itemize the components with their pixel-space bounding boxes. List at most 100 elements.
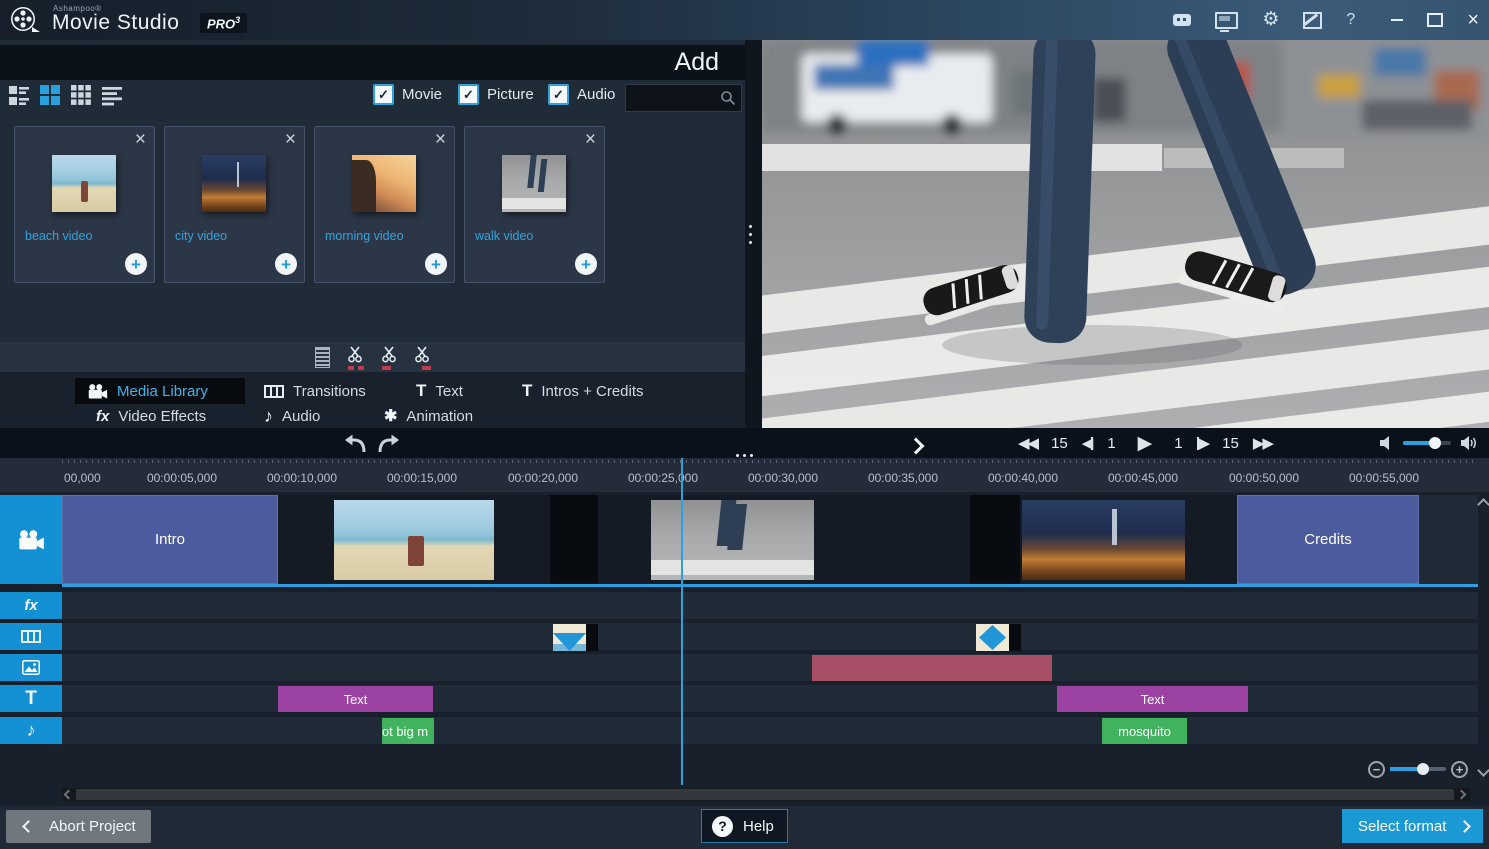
- media-name: beach video: [25, 229, 92, 243]
- scroll-up-icon[interactable]: [1477, 498, 1489, 511]
- edit-document-icon[interactable]: [1303, 12, 1322, 29]
- filter-movie[interactable]: ✓ Movie: [373, 84, 442, 105]
- tab-animation[interactable]: ✱ Animation: [372, 403, 485, 429]
- tab-video-effects[interactable]: fx Video Effects: [84, 403, 218, 429]
- text-clip-2[interactable]: Text: [1057, 686, 1248, 712]
- playhead[interactable]: [681, 458, 683, 785]
- credits-clip[interactable]: Credits: [1237, 495, 1419, 584]
- pro-badge: PRO3: [200, 13, 247, 33]
- media-card-city[interactable]: × city video +: [164, 126, 305, 283]
- audio-track-header[interactable]: ♪: [0, 717, 62, 744]
- cut-left-icon[interactable]: [382, 346, 398, 370]
- zoom-slider[interactable]: [1390, 767, 1446, 771]
- help-button[interactable]: ? Help: [701, 809, 788, 843]
- transition-clip-diamond[interactable]: [976, 624, 1009, 651]
- timeline-splitter-dots[interactable]: [736, 454, 753, 457]
- small-grid-view-icon[interactable]: [70, 84, 92, 106]
- scroll-down-icon[interactable]: [1477, 764, 1489, 777]
- transition-clip-wipe[interactable]: [553, 624, 586, 651]
- fx-icon: fx: [24, 597, 37, 614]
- remove-media-icon[interactable]: ×: [435, 129, 446, 151]
- search-input[interactable]: [626, 91, 720, 106]
- text-clip-1[interactable]: Text: [278, 686, 433, 712]
- redo-icon[interactable]: [376, 433, 401, 459]
- audio-clip-2[interactable]: mosquito: [1102, 718, 1187, 744]
- close-button[interactable]: ×: [1467, 11, 1479, 29]
- splitter-handle-dots: [749, 225, 752, 228]
- list-view-icon[interactable]: [101, 84, 123, 106]
- video-track-header[interactable]: [0, 495, 62, 584]
- abort-project-button[interactable]: Abort Project: [6, 810, 151, 843]
- media-card-morning[interactable]: × morning video +: [314, 126, 455, 283]
- tab-transitions[interactable]: Transitions: [252, 378, 378, 404]
- detail-list-view-icon[interactable]: [8, 84, 30, 106]
- goto-next-icon[interactable]: [908, 438, 925, 455]
- film-roll-icon[interactable]: [315, 347, 330, 368]
- media-card-walk[interactable]: × walk video +: [464, 126, 605, 283]
- rewind-button[interactable]: ◀◀: [1018, 434, 1037, 452]
- walk-clip[interactable]: [598, 495, 970, 584]
- volume-slider-knob[interactable]: [1429, 437, 1441, 449]
- filter-picture[interactable]: ✓ Picture: [458, 84, 534, 105]
- movie-checkbox[interactable]: ✓: [373, 84, 394, 105]
- audio-checkbox[interactable]: ✓: [548, 84, 569, 105]
- intro-clip[interactable]: Intro: [62, 495, 278, 584]
- help-label: Help: [743, 818, 774, 835]
- maximize-button[interactable]: [1427, 13, 1443, 27]
- transitions-track-header[interactable]: [0, 623, 62, 650]
- zoom-in-icon[interactable]: +: [1451, 761, 1468, 778]
- tab-media-library[interactable]: Media Library: [75, 378, 245, 404]
- picture-checkbox[interactable]: ✓: [458, 84, 479, 105]
- cut-scene-icon[interactable]: [348, 346, 364, 370]
- large-grid-view-icon[interactable]: [39, 84, 61, 106]
- volume-loud-icon[interactable]: [1461, 436, 1478, 450]
- add-to-timeline-button[interactable]: +: [125, 253, 147, 275]
- filter-audio[interactable]: ✓ Audio: [548, 84, 615, 105]
- zoom-slider-knob[interactable]: [1417, 763, 1429, 775]
- overlay-clip[interactable]: [812, 655, 1052, 681]
- edit-tools-strip: [0, 342, 745, 372]
- panel-splitter[interactable]: [745, 40, 762, 428]
- effects-track-header[interactable]: fx: [0, 592, 62, 619]
- timeline-ruler[interactable]: 00,000 00:00:05,000 00:00:10,000 00:00:1…: [0, 458, 1489, 492]
- beach-clip[interactable]: [278, 495, 550, 584]
- volume-slider[interactable]: [1403, 441, 1451, 445]
- ruler-label: 00:00:40,000: [988, 471, 1058, 485]
- tab-text[interactable]: T Text: [404, 378, 475, 404]
- back-chevron-icon: [22, 820, 35, 833]
- add-to-timeline-button[interactable]: +: [575, 253, 597, 275]
- tab-intros-credits[interactable]: T Intros + Credits: [510, 378, 656, 404]
- step-back-button[interactable]: ◀: [1082, 434, 1094, 453]
- scroll-right-icon[interactable]: [1457, 790, 1467, 800]
- audio-clip-1[interactable]: ot big m: [382, 718, 434, 744]
- cut-right-icon[interactable]: [415, 346, 431, 370]
- remove-media-icon[interactable]: ×: [585, 129, 596, 151]
- timeline-hscrollbar[interactable]: [62, 788, 1470, 801]
- remove-media-icon[interactable]: ×: [285, 129, 296, 151]
- ruler-ticks: [62, 458, 1478, 463]
- hscrollbar-thumb[interactable]: [76, 789, 1454, 800]
- zoom-out-icon[interactable]: −: [1368, 761, 1385, 778]
- play-button[interactable]: ▶: [1138, 432, 1153, 455]
- city-clip[interactable]: [1020, 495, 1237, 584]
- media-card-beach[interactable]: × beach video +: [14, 126, 155, 283]
- undo-icon[interactable]: [343, 433, 368, 459]
- tab-audio[interactable]: ♪ Audio: [252, 403, 332, 429]
- feedback-icon[interactable]: [1173, 14, 1191, 26]
- remove-media-icon[interactable]: ×: [135, 129, 146, 151]
- settings-gear-icon[interactable]: ⚙: [1262, 12, 1279, 28]
- help-icon[interactable]: ?: [1346, 12, 1355, 28]
- minimize-button[interactable]: [1391, 19, 1403, 21]
- add-to-timeline-button[interactable]: +: [275, 253, 297, 275]
- ruler-label: 00:00:55,000: [1349, 471, 1419, 485]
- volume-mute-icon[interactable]: [1380, 436, 1393, 450]
- select-format-button[interactable]: Select format: [1342, 809, 1483, 843]
- scroll-left-icon[interactable]: [64, 790, 74, 800]
- ruler-label: 00:00:10,000: [267, 471, 337, 485]
- image-track-header[interactable]: [0, 654, 62, 681]
- screen-icon[interactable]: [1215, 12, 1238, 29]
- add-to-timeline-button[interactable]: +: [425, 253, 447, 275]
- fast-forward-button[interactable]: ▶▶: [1253, 434, 1272, 452]
- step-forward-button[interactable]: ▶: [1197, 434, 1209, 453]
- text-track-header[interactable]: T: [0, 685, 62, 712]
